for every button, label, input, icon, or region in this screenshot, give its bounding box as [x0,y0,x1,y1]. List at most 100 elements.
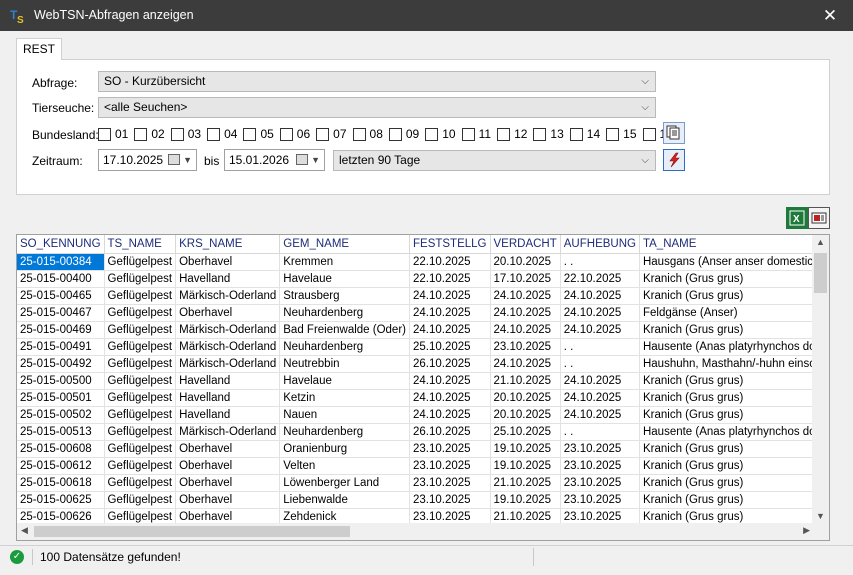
scroll-left-icon[interactable]: ◀ [21,525,28,536]
table-cell: Märkisch-Oderland [175,287,281,305]
table-cell: 25-015-00608 [17,440,105,458]
column-header-krs-name[interactable]: KRS_NAME [175,235,281,254]
bundesland-option-01[interactable]: 01 [98,127,128,141]
vertical-scroll-thumb[interactable] [814,253,827,293]
table-cell: 25-015-00467 [17,304,105,322]
bundesland-option-09[interactable]: 09 [388,127,420,141]
table-row[interactable]: 25-015-00618 Geflügelpest Oberhavel Löwenbe… [17,474,829,492]
table-cell: Kranich (Grus grus) [639,389,829,407]
table-row[interactable]: 25-015-00492 Geflügelpest Märkisch-Oderlan… [17,355,829,373]
bundesland-checkbox[interactable] [352,127,366,141]
column-header-so-kennung[interactable]: SO_KENNUNG [17,235,105,254]
scroll-down-icon[interactable]: ▼ [816,511,825,521]
period-select[interactable]: letzten 90 Tage ⌵ [333,150,656,171]
table-row[interactable]: 25-015-00502 Geflügelpest Havelland Nauen 24… [17,406,829,424]
date-to-input[interactable]: 15.01.2026 ▼ [224,149,325,171]
tab-rest[interactable]: REST [16,38,62,60]
table-row[interactable]: 25-015-00501 Geflügelpest Havelland Ketzin 2… [17,389,829,407]
date-to-value: 15.01.2026 [229,153,290,167]
column-header-aufhebung[interactable]: AUFHEBUNG [560,235,640,254]
bundesland-option-06[interactable]: 06 [279,127,310,141]
table-cell: Oranienburg [279,440,410,458]
table-cell: Geflügelpest [104,389,177,407]
table-row[interactable]: 25-015-00612 Geflügelpest Oberhavel Velten 2… [17,457,829,475]
run-query-button[interactable] [663,149,685,171]
horizontal-scroll-thumb[interactable] [34,526,350,537]
close-button[interactable]: ✕ [807,0,853,31]
main-window: T S WebTSN-Abfragen anzeigen ✕ REST Abfr… [0,0,853,575]
bundesland-checkbox[interactable] [569,127,583,141]
scroll-right-icon[interactable]: ▶ [803,525,810,536]
bundesland-checkbox[interactable] [316,127,330,141]
bundesland-option-11[interactable]: 11 [461,127,491,141]
excel-export-button[interactable]: X [786,207,808,229]
table-row[interactable]: 25-015-00491 Geflügelpest Märkisch-Oderlan… [17,338,829,356]
column-header-ts-name[interactable]: TS_NAME [104,235,177,254]
bundesland-code-label: 12 [514,127,528,141]
bundesland-option-02[interactable]: 02 [134,127,165,141]
bundesland-option-04[interactable]: 04 [207,127,237,141]
table-row[interactable]: 25-015-00384 Geflügelpest Oberhavel Kremmen… [17,253,829,271]
bundesland-option-13[interactable]: 13 [533,127,564,141]
calendar-icon [168,154,180,165]
bundesland-checkbox[interactable] [425,127,439,141]
bundesland-checkbox[interactable] [243,127,257,141]
bundesland-checkbox[interactable] [388,127,402,141]
bundesland-code-label: 09 [405,127,420,141]
table-cell: Haushuhn, Masthahn/-huhn einschl. hierfü… [639,355,829,373]
table-row[interactable]: 25-015-00400 Geflügelpest Havelland Havelau… [17,270,829,288]
bundesland-option-10[interactable]: 10 [425,127,456,141]
bundesland-checkbox[interactable] [533,127,547,141]
table-row[interactable]: 25-015-00467 Geflügelpest Oberhavel Neuhard… [17,304,829,322]
horizontal-scrollbar[interactable]: ◀ ▶ [17,523,814,540]
column-header-feststellg[interactable]: FESTSTELLG [409,235,491,254]
table-cell: 24.10.2025 [409,372,491,390]
bundesland-option-15[interactable]: 15 [606,127,637,141]
bundesland-checkbox[interactable] [461,127,475,141]
bundesland-checkbox[interactable] [606,127,620,141]
bundesland-checkbox[interactable] [279,127,293,141]
bundesland-checkbox[interactable] [642,127,656,141]
table-row[interactable]: 25-015-00465 Geflügelpest Märkisch-Oderlan… [17,287,829,305]
bundesland-checkbox[interactable] [207,127,221,141]
bundesland-checkbox[interactable] [170,127,184,141]
bundesland-option-14[interactable]: 14 [569,127,600,141]
column-header-ta-name[interactable]: TA_NAME [639,235,829,254]
copy-button[interactable] [663,122,685,144]
date-from-input[interactable]: 17.10.2025 ▼ [98,149,197,171]
bundesland-label: Bundesland: [32,128,99,142]
bundesland-checkbox[interactable] [134,127,148,141]
table-cell: Havelaue [279,372,410,390]
table-row[interactable]: 25-015-00500 Geflügelpest Havelland Havelau… [17,372,829,390]
table-cell: 24.10.2025 [490,287,561,305]
scroll-up-icon[interactable]: ▲ [816,237,825,247]
vertical-scrollbar[interactable]: ▲ ▼ [812,235,829,523]
abfrage-select[interactable]: SO - Kurzübersicht ⌵ [98,71,656,92]
column-header-verdacht[interactable]: VERDACHT [490,235,561,254]
chevron-down-icon: ⌵ [641,76,649,87]
table-cell: 26.10.2025 [409,355,491,373]
table-cell: Velten [279,457,410,475]
bundesland-option-03[interactable]: 03 [170,127,201,141]
bundesland-code-label: 07 [333,127,347,141]
export-button[interactable] [808,207,830,229]
tierseuche-select[interactable]: <alle Seuchen> ⌵ [98,97,656,118]
column-header-gem-name[interactable]: GEM_NAME [279,235,410,254]
table-cell: 25-015-00625 [17,491,105,509]
results-grid[interactable]: SO_KENNUNG TS_NAME KRS_NAME GEM_NAME FESTSTE… [16,234,830,541]
table-cell: 24.10.2025 [490,321,561,339]
table-cell: 24.10.2025 [409,389,491,407]
bundesland-option-12[interactable]: 12 [497,127,527,141]
bundesland-checkbox[interactable] [497,127,511,141]
table-cell: Geflügelpest [104,355,177,373]
bundesland-option-05[interactable]: 05 [243,127,274,141]
bundesland-checkbox[interactable] [98,127,111,141]
bundesland-option-08[interactable]: 08 [352,127,383,141]
table-row[interactable]: 25-015-00513 Geflügelpest Märkisch-Oderlan… [17,423,829,441]
app-icon: T S [9,6,28,25]
table-cell: 24.10.2025 [560,287,640,305]
table-row[interactable]: 25-015-00625 Geflügelpest Oberhavel Liebenw… [17,491,829,509]
table-row[interactable]: 25-015-00608 Geflügelpest Oberhavel Oranien… [17,440,829,458]
table-row[interactable]: 25-015-00469 Geflügelpest Märkisch-Oderlan… [17,321,829,339]
bundesland-option-07[interactable]: 07 [316,127,347,141]
